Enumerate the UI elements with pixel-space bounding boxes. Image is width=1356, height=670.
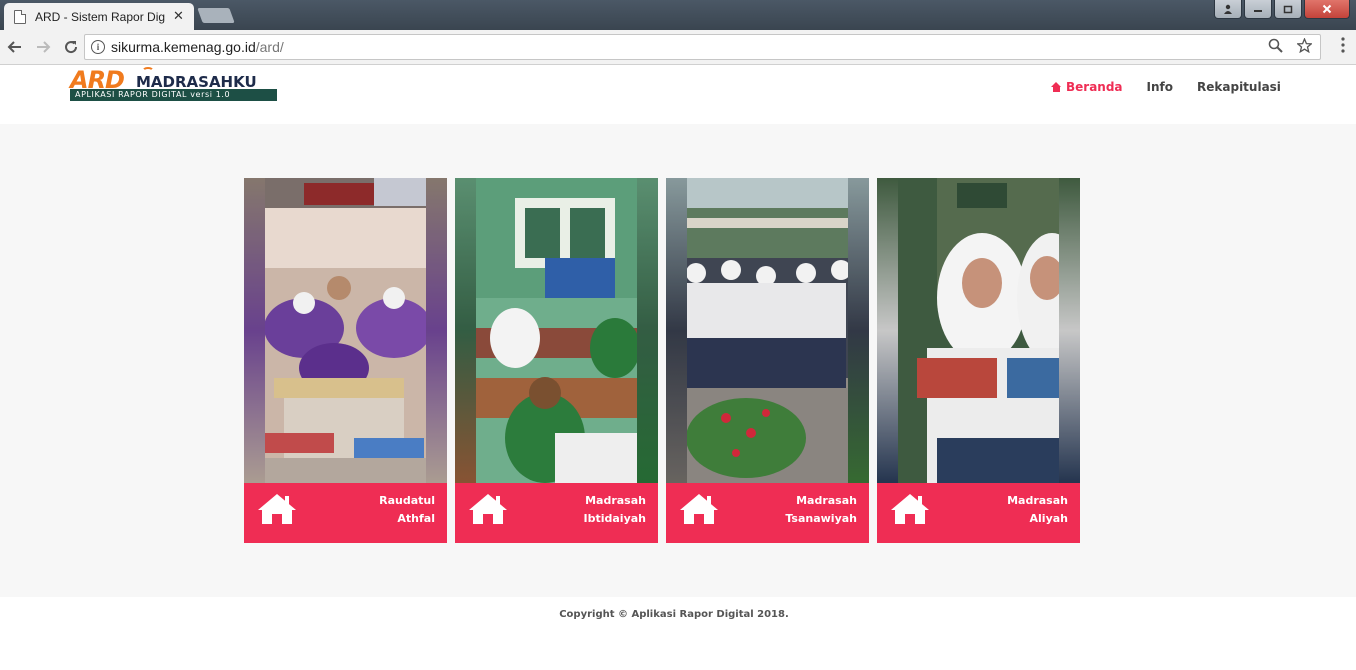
tab-title: ARD - Sistem Rapor Digit — [35, 9, 165, 24]
card-madrasah-ibtidaiyah[interactable]: Madrasah Ibtidaiyah — [455, 178, 658, 543]
card-madrasah-tsanawiyah[interactable]: Madrasah Tsanawiyah — [666, 178, 869, 543]
nav-beranda-label: Beranda — [1066, 80, 1123, 94]
document-icon — [14, 9, 26, 24]
logo-tagline: APLIKASI RAPOR DIGITAL versi 1.0 — [70, 89, 277, 101]
main-nav: Beranda Info Rekapitulasi — [1051, 80, 1281, 94]
home-icon — [258, 494, 296, 524]
url-path: /ard/ — [255, 39, 284, 55]
madrasah-cards: Raudatul Athfal Madrasah Ibtidaiyah Madr… — [244, 178, 1080, 543]
bookmark-star-icon[interactable] — [1296, 37, 1313, 57]
card-bar: Madrasah Aliyah — [877, 483, 1080, 543]
copyright-text: Copyright © Aplikasi Rapor Digital 2018. — [559, 609, 789, 620]
logo-madrasahku-text: MADRASAHKU — [136, 73, 257, 91]
card-photo-madrasah-aliyah — [877, 178, 1080, 483]
close-window-icon[interactable] — [1304, 0, 1350, 19]
home-icon — [891, 494, 929, 524]
card-title-line1: Raudatul — [379, 494, 435, 507]
card-title: Madrasah Aliyah — [1007, 492, 1068, 528]
url-host: sikurma.kemenag.go.id — [111, 39, 256, 55]
card-bar: Raudatul Athfal — [244, 483, 447, 543]
tab-close-icon[interactable]: ✕ — [173, 9, 184, 24]
back-arrow-icon[interactable] — [2, 34, 28, 60]
profile-icon[interactable] — [1214, 0, 1242, 19]
zoom-icon[interactable] — [1268, 38, 1283, 57]
card-title: Raudatul Athfal — [379, 492, 435, 528]
card-madrasah-aliyah[interactable]: Madrasah Aliyah — [877, 178, 1080, 543]
browser-titlebar: ARD - Sistem Rapor Digit ✕ — [0, 0, 1356, 30]
card-title-line1: Madrasah — [796, 494, 857, 507]
card-title-line2: Tsanawiyah — [785, 512, 857, 525]
card-title-line2: Aliyah — [1029, 512, 1068, 525]
reload-icon[interactable] — [58, 34, 84, 60]
card-title-line1: Madrasah — [1007, 494, 1068, 507]
browser-menu-icon[interactable] — [1340, 37, 1346, 53]
card-title-line1: Madrasah — [585, 494, 646, 507]
home-icon — [680, 494, 718, 524]
nav-rekapitulasi[interactable]: Rekapitulasi — [1197, 80, 1281, 94]
card-bar: Madrasah Tsanawiyah — [666, 483, 869, 543]
browser-tab[interactable]: ARD - Sistem Rapor Digit ✕ — [4, 3, 194, 30]
card-photo-madrasah-tsanawiyah — [666, 178, 869, 483]
home-icon — [469, 494, 507, 524]
card-title-line2: Ibtidaiyah — [583, 512, 647, 525]
info-icon[interactable]: i — [91, 40, 105, 54]
site-logo[interactable]: ARD MADRASAHKU APLIKASI RAPOR DIGITAL ve… — [70, 67, 278, 102]
restore-icon[interactable] — [1274, 0, 1302, 19]
minimize-icon[interactable] — [1244, 0, 1272, 19]
home-icon — [1051, 82, 1062, 92]
card-title: Madrasah Tsanawiyah — [785, 492, 857, 528]
card-photo-raudatul-athfal — [244, 178, 447, 483]
new-tab-button[interactable] — [197, 8, 235, 23]
browser-toolbar: i sikurma.kemenag.go.id /ard/ — [0, 30, 1356, 65]
site-footer: Copyright © Aplikasi Rapor Digital 2018. — [0, 597, 1356, 670]
main-content: Raudatul Athfal Madrasah Ibtidaiyah Madr… — [0, 124, 1356, 597]
address-bar[interactable]: i sikurma.kemenag.go.id /ard/ — [84, 34, 1321, 60]
nav-beranda[interactable]: Beranda — [1051, 80, 1123, 94]
window-controls — [1214, 0, 1350, 19]
forward-arrow-icon[interactable] — [30, 34, 56, 60]
card-bar: Madrasah Ibtidaiyah — [455, 483, 658, 543]
card-raudatul-athfal[interactable]: Raudatul Athfal — [244, 178, 447, 543]
card-title-line2: Athfal — [397, 512, 435, 525]
card-title: Madrasah Ibtidaiyah — [584, 492, 647, 528]
site-header: ARD MADRASAHKU APLIKASI RAPOR DIGITAL ve… — [0, 66, 1356, 124]
nav-info[interactable]: Info — [1147, 80, 1173, 94]
card-photo-madrasah-ibtidaiyah — [455, 178, 658, 483]
